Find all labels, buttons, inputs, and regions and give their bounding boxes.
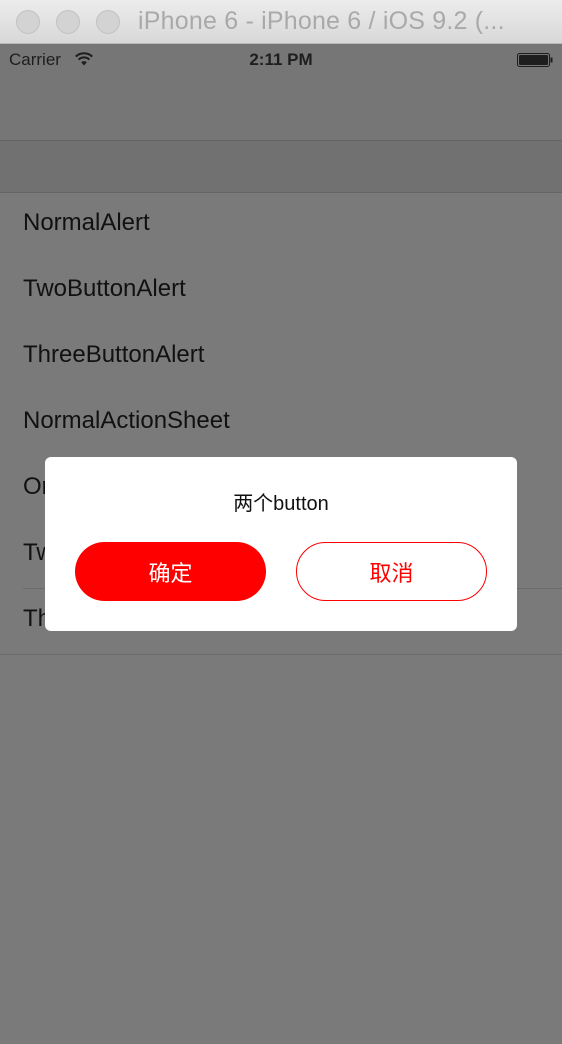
list-item-label: NormalAlert	[23, 209, 150, 236]
status-bar: Carrier 2:11 PM	[0, 44, 562, 76]
list-item-label: ThreeButtonAlert	[23, 341, 205, 368]
row-divider	[0, 654, 562, 655]
window-title: iPhone 6 - iPhone 6 / iOS 9.2 (...	[138, 7, 505, 35]
confirm-button[interactable]: 确定	[75, 542, 266, 601]
zoom-window-button[interactable]	[96, 10, 120, 34]
alert-dialog: 两个button 确定 取消	[45, 457, 517, 631]
alert-message: 两个button	[233, 493, 329, 515]
section-header	[0, 141, 562, 193]
simulator-titlebar: iPhone 6 - iPhone 6 / iOS 9.2 (...	[0, 0, 562, 44]
list-item[interactable]: NormalActionSheet	[0, 391, 562, 457]
device-screen: Carrier 2:11 PM NormalAlert TwoButtonAle…	[0, 44, 562, 1044]
status-time: 2:11 PM	[249, 50, 313, 69]
list-item[interactable]: NormalAlert	[0, 193, 562, 259]
cancel-button[interactable]: 取消	[296, 542, 487, 601]
minimize-window-button[interactable]	[56, 10, 80, 34]
close-window-button[interactable]	[16, 10, 40, 34]
list-item[interactable]: TwoButtonAlert	[0, 259, 562, 325]
list-item-label: NormalActionSheet	[23, 407, 230, 434]
battery-icon	[517, 53, 553, 67]
list-item-label: TwoButtonAlert	[23, 275, 186, 302]
list-item[interactable]: ThreeButtonAlert	[0, 325, 562, 391]
